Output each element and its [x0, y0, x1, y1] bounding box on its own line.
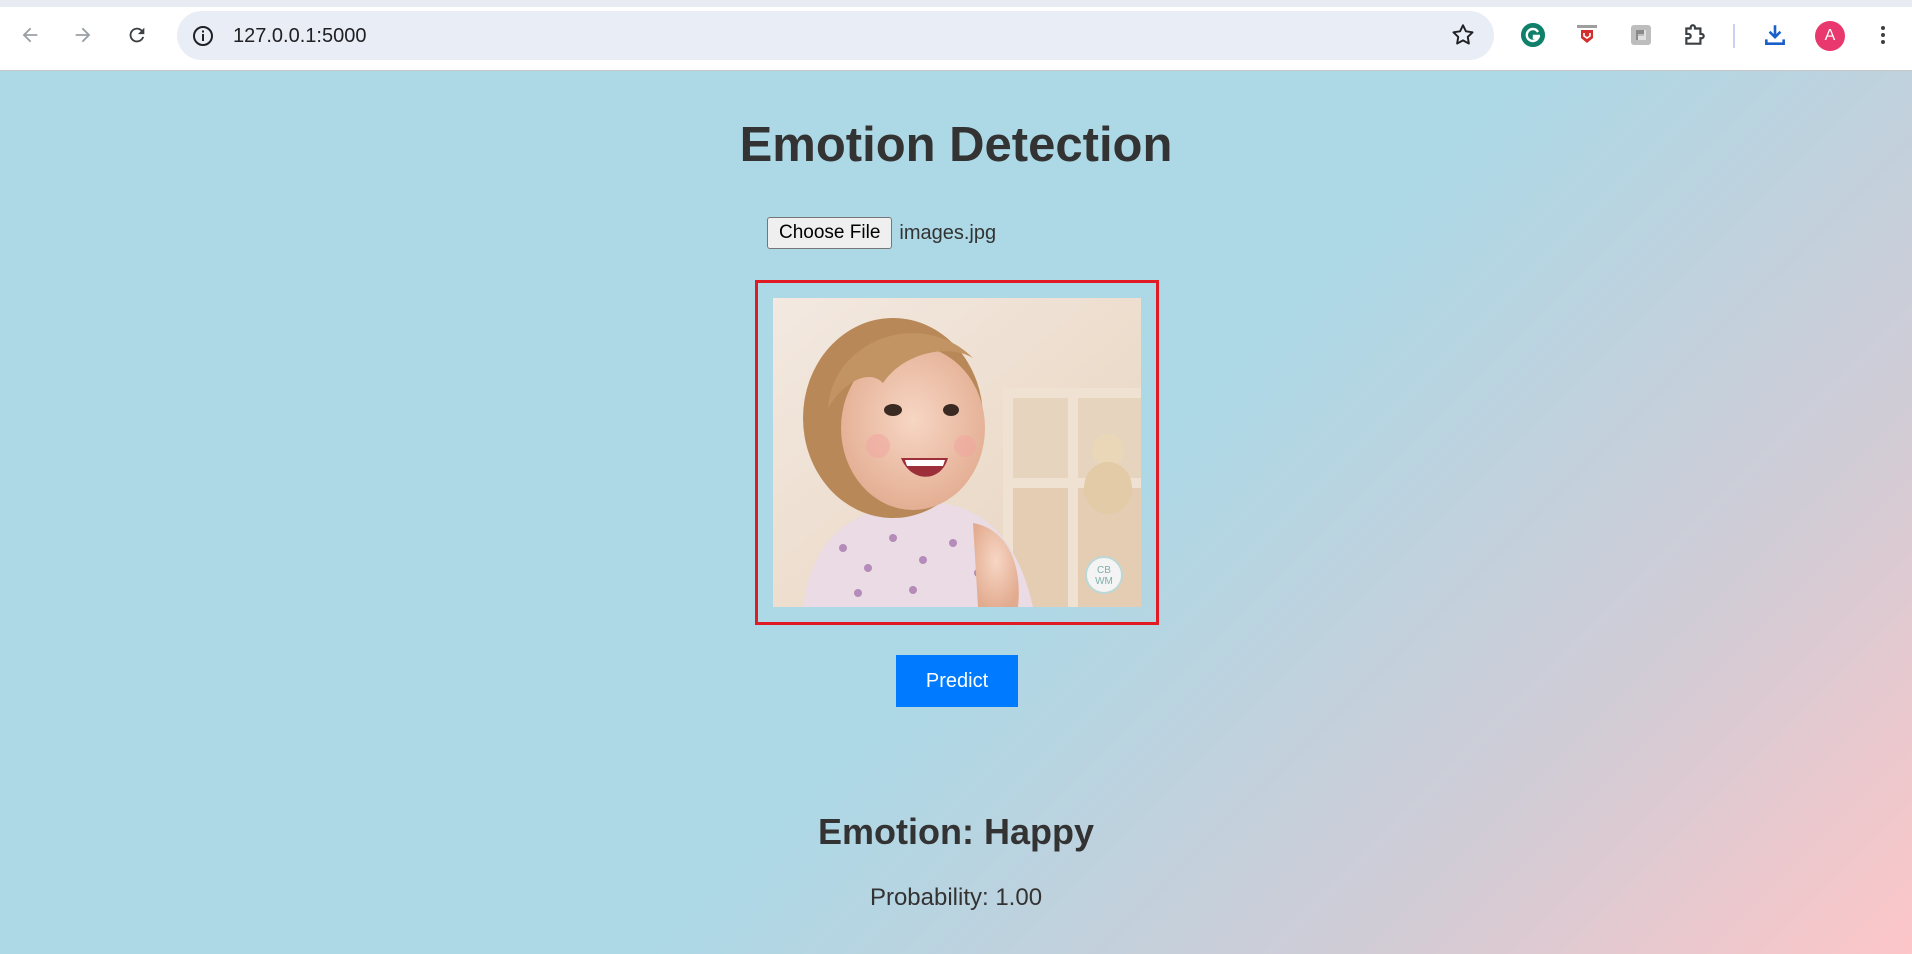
grammarly-extension[interactable] [1515, 17, 1551, 53]
page-content: Emotion Detection Choose File images.jpg [0, 71, 1912, 954]
toolbar-separator [1733, 24, 1735, 48]
baby-photo-illustration: CB WM [773, 298, 1141, 607]
watermark-text-top: CB [1097, 565, 1111, 576]
choose-file-button[interactable]: Choose File [767, 217, 893, 249]
pdf-extension[interactable] [1569, 17, 1605, 53]
browser-menu-button[interactable] [1865, 17, 1901, 53]
extensions-button[interactable] [1677, 17, 1713, 53]
arrow-right-icon [75, 27, 91, 43]
uploaded-image-preview: CB WM [773, 298, 1141, 607]
forward-button[interactable] [65, 17, 101, 53]
probability-result: Probability: 1.00 [869, 884, 1043, 911]
watermark-text-bottom: WM [1095, 576, 1113, 587]
emotion-result: Emotion: Happy [818, 811, 1094, 852]
download-icon [1765, 25, 1785, 45]
info-icon[interactable] [191, 24, 215, 48]
address-bar[interactable]: 127.0.0.1:5000 [177, 11, 1494, 60]
tab-strip [0, 0, 1912, 7]
more-vertical-icon [1881, 26, 1885, 44]
back-button[interactable] [12, 17, 48, 53]
python-extension-icon [1631, 25, 1651, 45]
python-extension[interactable] [1623, 17, 1659, 53]
url-text[interactable]: 127.0.0.1:5000 [233, 25, 366, 48]
page-title: Emotion Detection [739, 118, 1173, 172]
selected-file-name: images.jpg [899, 221, 997, 244]
downloads-button[interactable] [1757, 17, 1793, 53]
grammarly-icon [1521, 23, 1545, 47]
file-input[interactable]: Choose File images.jpg [767, 217, 996, 249]
arrow-left-icon [22, 27, 38, 43]
profile-avatar[interactable]: A [1815, 21, 1845, 51]
pdf-extension-icon [1577, 25, 1597, 43]
bookmark-star-icon[interactable] [1450, 22, 1476, 48]
reload-icon [129, 27, 145, 43]
browser-toolbar: 127.0.0.1:5000 A [0, 0, 1912, 71]
image-preview-frame: CB WM [755, 280, 1159, 625]
puzzle-extensions-icon [1685, 24, 1705, 45]
predict-button[interactable]: Predict [896, 655, 1018, 707]
reload-button[interactable] [119, 17, 155, 53]
